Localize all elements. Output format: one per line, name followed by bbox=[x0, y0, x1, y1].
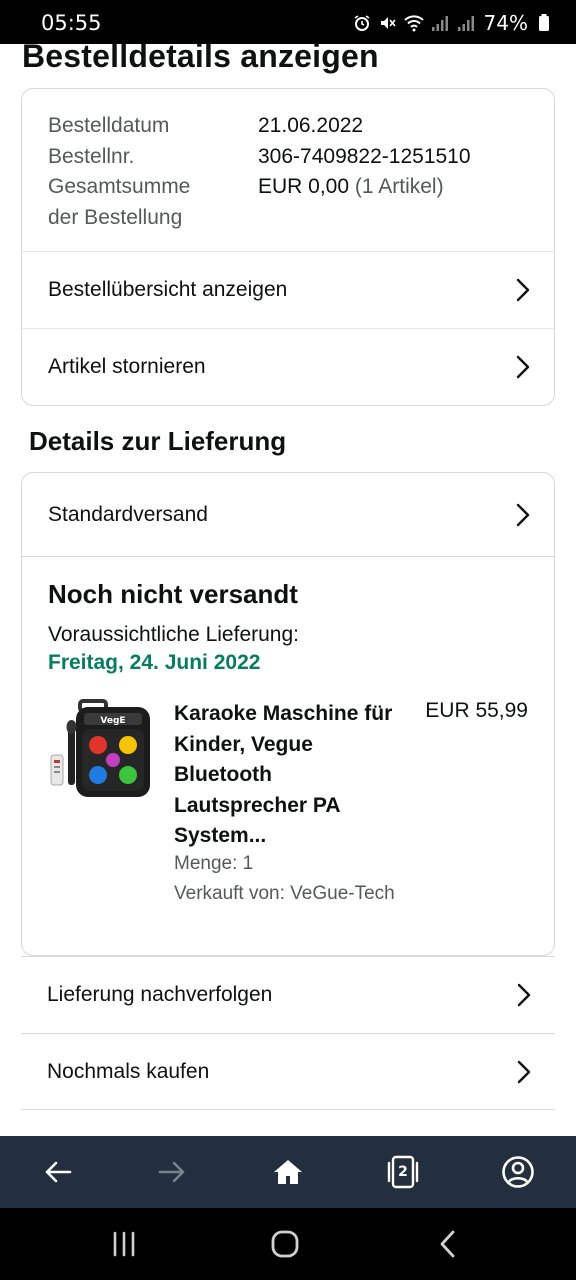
delivery-card: Standardversand Noch nicht versandt Vora… bbox=[21, 472, 555, 956]
order-total-row: Gesamtsumme der Bestellung EUR 0,00 (1 A… bbox=[48, 172, 528, 233]
chevron-right-icon bbox=[514, 354, 532, 380]
order-total-items: (1 Artikel) bbox=[354, 175, 444, 198]
browser-toolbar: 2 bbox=[0, 1136, 576, 1208]
chevron-right-icon bbox=[514, 502, 532, 528]
product-title-line: System... bbox=[174, 824, 267, 847]
chevron-right-icon bbox=[514, 277, 532, 303]
page-title: Bestelldetails anzeigen bbox=[22, 38, 379, 74]
android-nav-bar bbox=[0, 1208, 576, 1280]
home-icon[interactable] bbox=[268, 1152, 308, 1192]
signal-icon bbox=[456, 13, 476, 33]
delivery-section-title: Details zur Lieferung bbox=[29, 426, 287, 456]
battery-icon bbox=[534, 13, 554, 33]
home-button-icon[interactable] bbox=[265, 1226, 305, 1262]
recent-apps-icon[interactable] bbox=[104, 1226, 144, 1262]
product-quantity: Menge: 1 bbox=[174, 853, 254, 874]
track-delivery-label: Lieferung nachverfolgen bbox=[47, 983, 273, 1006]
product-title-line: Karaoke Maschine für bbox=[174, 702, 393, 725]
battery-percent: 74% bbox=[483, 11, 528, 35]
order-total-amount: EUR 0,00 bbox=[258, 175, 350, 198]
chevron-right-icon bbox=[515, 982, 533, 1008]
expected-delivery-label: Voraussichtliche Lieferung: bbox=[48, 623, 299, 646]
cancel-items-label: Artikel stornieren bbox=[48, 355, 206, 378]
shipping-method-label: Standardversand bbox=[48, 502, 208, 526]
forward-arrow-icon[interactable] bbox=[152, 1152, 192, 1192]
product-title-line: Kinder, Vegue bbox=[174, 732, 313, 756]
tabs-icon[interactable]: 2 bbox=[383, 1152, 423, 1192]
shipment-status: Noch nicht versandt bbox=[48, 579, 298, 609]
signal-icon bbox=[430, 13, 450, 33]
status-time: 05:55 bbox=[41, 11, 102, 35]
order-total-label-line2: der Bestellung bbox=[48, 205, 183, 229]
svg-text:VegE: VegE bbox=[100, 716, 125, 726]
order-summary-details: Bestelldatum 21.06.2022 Bestellnr. 306-7… bbox=[48, 111, 528, 233]
product-image[interactable]: VegE bbox=[48, 695, 152, 803]
product-title-line: Lautsprecher PA bbox=[174, 793, 341, 817]
alarm-icon bbox=[352, 13, 372, 33]
expected-delivery-date: Freitag, 24. Juni 2022 bbox=[48, 651, 261, 674]
view-order-summary-link[interactable]: Bestellübersicht anzeigen bbox=[22, 251, 554, 328]
buy-again-link[interactable]: Nochmals kaufen bbox=[21, 1033, 555, 1110]
order-total-value: EUR 0,00 (1 Artikel) bbox=[258, 172, 444, 233]
track-delivery-link[interactable]: Lieferung nachverfolgen bbox=[21, 956, 555, 1033]
cancel-items-link[interactable]: Artikel stornieren bbox=[22, 328, 554, 405]
account-icon[interactable] bbox=[498, 1152, 538, 1192]
tab-count: 2 bbox=[398, 1164, 408, 1180]
order-date-label: Bestelldatum bbox=[48, 114, 170, 137]
wifi-icon bbox=[403, 13, 424, 33]
order-total-label: Gesamtsumme der Bestellung bbox=[48, 172, 258, 233]
product-seller: Verkauft von: VeGue-Tech bbox=[174, 883, 395, 904]
order-summary-card: Bestelldatum 21.06.2022 Bestellnr. 306-7… bbox=[21, 88, 555, 406]
shipping-method-link[interactable]: Standardversand bbox=[22, 473, 554, 557]
order-number-label: Bestellnr. bbox=[48, 144, 135, 168]
order-number-row: Bestellnr. 306-7409822-1251510 bbox=[48, 142, 528, 173]
product-title-line: Bluetooth bbox=[174, 763, 272, 786]
chevron-right-icon bbox=[515, 1059, 533, 1085]
status-icons: 74% bbox=[352, 11, 554, 35]
product-title-link[interactable]: Karaoke Maschine für Kinder, Vegue Bluet… bbox=[174, 699, 414, 852]
system-back-icon[interactable] bbox=[428, 1226, 468, 1262]
back-arrow-icon[interactable] bbox=[38, 1152, 78, 1192]
order-date-value: 21.06.2022 bbox=[258, 114, 364, 137]
order-date-row: Bestelldatum 21.06.2022 bbox=[48, 111, 528, 142]
buy-again-label: Nochmals kaufen bbox=[47, 1059, 210, 1083]
order-number-value: 306-7409822-1251510 bbox=[258, 144, 471, 168]
product-price: EUR 55,99 bbox=[425, 699, 528, 722]
order-total-label-line1: Gesamtsumme bbox=[48, 175, 191, 198]
view-order-summary-label: Bestellübersicht anzeigen bbox=[48, 278, 288, 301]
mute-icon bbox=[378, 13, 398, 33]
